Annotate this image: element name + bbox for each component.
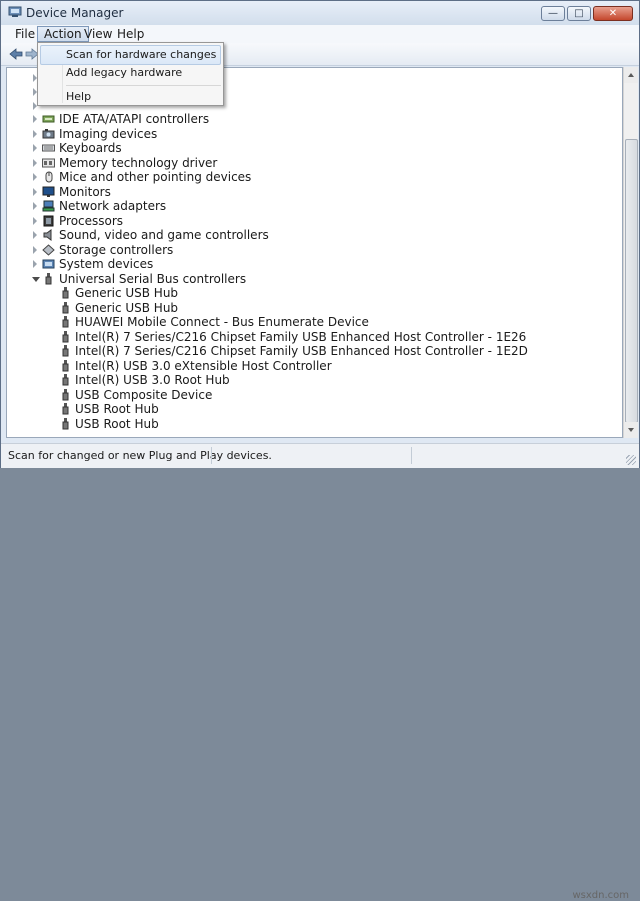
tree-category-label: Storage controllers xyxy=(59,242,174,257)
tree-category-label: Sound, video and game controllers xyxy=(59,228,269,242)
back-arrow-icon[interactable] xyxy=(9,47,23,61)
device-tree: IDE ATA/ATAPI controllers Imaging device… xyxy=(6,67,623,438)
usb-device-icon xyxy=(62,388,69,400)
tree-device-label: USB Root Hub xyxy=(75,402,159,416)
expand-arrow-icon[interactable] xyxy=(33,202,37,210)
usb-device-icon xyxy=(62,287,69,299)
tree-device-label: USB Root Hub xyxy=(75,416,159,431)
status-separator xyxy=(411,447,412,464)
tree-category-label: Monitors xyxy=(59,184,111,199)
system-icon xyxy=(42,259,55,269)
processor-icon xyxy=(43,215,54,226)
usb-device-icon xyxy=(62,403,69,415)
close-icon: ✕ xyxy=(608,8,618,19)
mouse-icon xyxy=(45,171,53,183)
usb-device-icon xyxy=(62,345,69,357)
usb-icon xyxy=(45,272,52,284)
tree-category-label: Universal Serial Bus controllers xyxy=(59,271,247,286)
device-manager-icon xyxy=(8,6,22,17)
menu-help[interactable]: Help xyxy=(111,26,150,42)
expand-arrow-icon[interactable] xyxy=(33,231,37,239)
tree-category-label: IDE ATA/ATAPI controllers xyxy=(59,112,210,126)
memory-icon xyxy=(42,158,55,167)
vertical-scrollbar[interactable] xyxy=(623,67,638,438)
resize-grip[interactable] xyxy=(626,455,636,465)
expand-arrow-icon[interactable] xyxy=(33,144,37,152)
scroll-down-button[interactable] xyxy=(624,422,638,438)
collapse-arrow-icon[interactable] xyxy=(32,276,40,282)
status-text: Scan for changed or new Plug and Play de… xyxy=(8,449,272,462)
menu-separator xyxy=(66,85,221,86)
tree-device-label: Intel(R) 7 Series/C216 Chipset Family US… xyxy=(75,329,527,344)
tree-category-label: Processors xyxy=(59,213,124,228)
tree-category-label: System devices xyxy=(59,257,154,271)
status-separator xyxy=(211,447,212,464)
speaker-icon xyxy=(43,229,52,241)
scroll-up-button[interactable] xyxy=(624,67,638,83)
device-manager-window: Device Manager — □ ✕ File Action View He… xyxy=(0,0,640,901)
minimize-button[interactable]: — xyxy=(541,6,565,21)
expand-arrow-icon[interactable] xyxy=(33,129,37,138)
tree-category-label: Keyboards xyxy=(59,141,122,155)
expand-arrow-icon[interactable] xyxy=(33,216,37,225)
usb-device-icon xyxy=(62,316,69,328)
tree-category-label: Network adapters xyxy=(59,199,167,213)
status-bar: Scan for changed or new Plug and Play de… xyxy=(1,443,639,901)
window-title: Device Manager xyxy=(26,6,124,20)
tree-device-label: Intel(R) 7 Series/C216 Chipset Family US… xyxy=(75,344,528,358)
storage-icon xyxy=(42,243,55,256)
expand-arrow-icon[interactable] xyxy=(33,173,37,181)
menu-item-add-legacy-hardware[interactable]: Add legacy hardware xyxy=(40,63,221,83)
watermark: wsxdn.com xyxy=(572,890,629,901)
expand-arrow-icon[interactable] xyxy=(33,115,37,123)
expand-arrow-icon[interactable] xyxy=(33,158,37,167)
menu-item-scan-hardware[interactable]: Scan for hardware changes xyxy=(40,45,221,65)
usb-device-icon xyxy=(62,417,69,429)
expand-arrow-icon[interactable] xyxy=(33,260,37,268)
camera-icon xyxy=(42,128,55,138)
tree-device-label: HUAWEI Mobile Connect - Bus Enumerate De… xyxy=(75,315,369,329)
monitor-icon xyxy=(42,186,55,197)
tree-device-label: Intel(R) USB 3.0 eXtensible Host Control… xyxy=(75,358,332,373)
ide-controller-icon xyxy=(42,115,55,123)
scroll-thumb[interactable] xyxy=(625,139,638,423)
tree-category-label: Mice and other pointing devices xyxy=(59,170,252,184)
close-button[interactable]: ✕ xyxy=(593,6,633,21)
tree-device-label: USB Composite Device xyxy=(75,387,213,402)
maximize-button[interactable]: □ xyxy=(567,6,591,21)
usb-device-icon xyxy=(62,374,69,386)
network-icon xyxy=(42,200,55,212)
title-bar[interactable]: Device Manager — □ ✕ xyxy=(1,1,639,25)
tree-category-label: Imaging devices xyxy=(59,126,158,141)
menu-item-help[interactable]: Help xyxy=(40,87,221,107)
usb-device-icon xyxy=(62,330,69,342)
window-controls: — □ ✕ xyxy=(539,6,633,21)
tree-category-label: Memory technology driver xyxy=(59,155,218,170)
maximize-icon: □ xyxy=(574,8,584,19)
usb-device-icon xyxy=(62,301,69,313)
menu-bar: File Action View Help xyxy=(1,25,639,43)
tree-device-label: Generic USB Hub xyxy=(75,286,179,300)
action-menu-dropdown: Scan for hardware changes Add legacy har… xyxy=(37,42,224,106)
keyboard-icon xyxy=(42,144,55,152)
tree-device-label: Intel(R) USB 3.0 Root Hub xyxy=(75,373,230,387)
minimize-icon: — xyxy=(548,8,558,19)
expand-arrow-icon[interactable] xyxy=(33,187,37,196)
expand-arrow-icon[interactable] xyxy=(33,245,37,254)
tree-device-label: Generic USB Hub xyxy=(75,300,179,315)
usb-device-icon xyxy=(62,359,69,371)
